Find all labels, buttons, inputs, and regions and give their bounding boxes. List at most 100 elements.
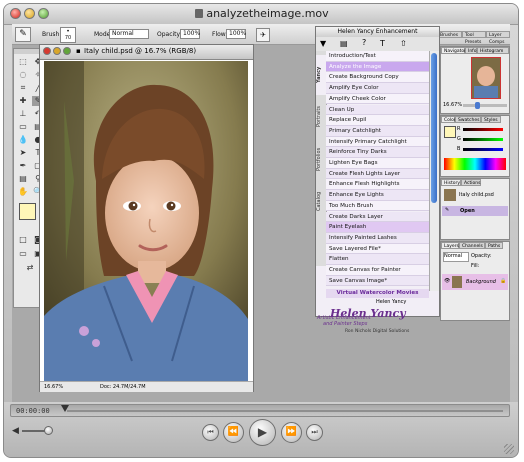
volume-slider[interactable] (22, 426, 53, 435)
mode-select[interactable]: Normal (109, 29, 149, 39)
action-item[interactable]: Enhance Eye Lights (326, 190, 429, 201)
action-item[interactable]: Enhance Flesh Highlights (326, 179, 429, 191)
action-item[interactable]: Clean Up (326, 104, 429, 116)
skip-forward-icon[interactable]: ⏭ (306, 424, 323, 441)
opacity-field[interactable]: 100% (180, 29, 200, 39)
timeline-track[interactable] (67, 410, 503, 412)
panel-menu-icon[interactable]: ▼ (320, 39, 326, 48)
flow-field[interactable]: 100% (226, 29, 246, 39)
doc-zoom-button[interactable] (63, 47, 71, 55)
action-item[interactable]: Save Canvas Image* (326, 275, 429, 287)
side-tab-yancy[interactable]: Yancy (316, 55, 326, 95)
action-list-scrollbar[interactable] (429, 51, 439, 291)
navigator-thumbnail[interactable] (471, 57, 501, 99)
tab-paths[interactable]: Paths (485, 242, 503, 249)
history-state-open[interactable]: ✎ Open (442, 206, 508, 216)
blend-mode-select[interactable]: Normal (443, 252, 469, 262)
eraser-tool-icon[interactable]: ▭ (17, 122, 29, 132)
lasso-tool-icon[interactable]: ◌ (17, 70, 29, 80)
side-tab-portraits[interactable]: Portraits (316, 97, 326, 137)
history-snapshot-thumbnail[interactable] (444, 189, 456, 201)
tab-layers[interactable]: Layers (441, 242, 459, 249)
child-photo[interactable] (44, 61, 248, 381)
channel-g-slider[interactable] (463, 138, 503, 141)
action-item[interactable]: Primary Catchlight (326, 125, 429, 137)
action-item[interactable]: Reinforce Tiny Darks (326, 147, 429, 158)
history-file-name[interactable]: Italy child.psd (459, 192, 494, 198)
action-item[interactable]: Create Canvas for Painter (326, 265, 429, 276)
tab-color[interactable]: Color (441, 116, 456, 123)
submenu-virtual-watercolor[interactable]: Virtual Watercolor Movies (326, 289, 429, 298)
crop-tool-icon[interactable]: ⌗ (17, 83, 29, 93)
brush-tool-icon[interactable]: ✎ (15, 27, 31, 42)
pen-tool-icon[interactable]: ✒ (17, 161, 29, 171)
tab-tool-presets[interactable]: Tool Presets (462, 31, 486, 45)
volume-knob[interactable] (44, 426, 53, 435)
action-item[interactable]: Amplify Cheek Color (326, 93, 429, 105)
action-item[interactable]: Flatten (326, 254, 429, 265)
airbrush-icon[interactable]: ✈ (256, 28, 270, 42)
layer-row-background[interactable]: 👁 Background 🔒 (442, 274, 508, 290)
hand-tool-icon[interactable]: ✋ (17, 187, 29, 197)
action-item[interactable]: Paint Eyelash (326, 222, 429, 233)
blur-tool-icon[interactable]: 💧 (17, 135, 29, 145)
color-foreground-swatch[interactable] (444, 126, 456, 138)
color-ramp[interactable] (444, 158, 506, 170)
side-tab-catalog[interactable]: Catalog (316, 181, 326, 221)
stamp-tool-icon[interactable]: ⊥ (17, 109, 29, 119)
move-up-icon[interactable]: ⇧ (400, 39, 407, 48)
action-item[interactable]: Intensify Primary Catchlight (326, 136, 429, 148)
doc-minimize-button[interactable] (53, 47, 61, 55)
tab-info[interactable]: Info (465, 47, 477, 54)
text-icon[interactable]: T (380, 39, 385, 48)
channel-b-slider[interactable] (463, 148, 503, 151)
standard-mode-icon[interactable]: □ (17, 235, 29, 245)
tab-history[interactable]: History (441, 179, 461, 186)
action-item[interactable]: Analyze the Image (326, 61, 429, 73)
zoom-readout[interactable]: 16.67% (44, 384, 63, 390)
action-item[interactable]: Replace Pupil (326, 115, 429, 126)
action-item[interactable]: Create Flesh Lights Layer (326, 168, 429, 180)
speaker-icon[interactable]: ◀ (12, 426, 19, 436)
tab-brushes[interactable]: Brushes (437, 31, 462, 38)
rewind-icon[interactable]: ⏪ (223, 422, 244, 443)
tab-actions[interactable]: Actions (461, 179, 481, 186)
play-icon[interactable]: ▶ (249, 419, 276, 446)
scroll-thumb[interactable] (431, 53, 437, 203)
channel-r-slider[interactable] (463, 128, 503, 131)
tab-styles[interactable]: Styles (481, 116, 501, 123)
tab-channels[interactable]: Channels (459, 242, 485, 249)
foreground-color-swatch[interactable] (19, 203, 36, 220)
timeline-bar[interactable]: 00:00:00 (10, 404, 510, 417)
tab-navigator[interactable]: Navigator (441, 47, 466, 54)
navigator-zoom-slider[interactable] (463, 102, 507, 109)
path-select-icon[interactable]: ➤ (17, 148, 29, 158)
fast-forward-icon[interactable]: ⏩ (281, 422, 302, 443)
eye-icon[interactable]: 👁 (444, 278, 450, 284)
help-icon[interactable]: ? (362, 38, 366, 47)
action-item[interactable]: Amplify Eye Color (326, 83, 429, 94)
healing-brush-icon[interactable]: ✚ (17, 96, 29, 106)
action-item[interactable]: Save Layered File* (326, 243, 429, 255)
navigator-zoom[interactable]: 16.67% (443, 102, 462, 108)
side-tab-portfolios[interactable]: Portfolios (316, 139, 326, 179)
tab-histogram[interactable]: Histogram (477, 47, 509, 54)
skip-back-icon[interactable]: ⏮ (202, 424, 219, 441)
action-item[interactable]: Lighten Eye Bags (326, 158, 429, 169)
action-item[interactable]: Introduction/Test (326, 51, 429, 62)
jump-to-imageready-icon[interactable]: ⇄ (24, 263, 36, 273)
tab-swatches[interactable]: Swatches (455, 116, 481, 123)
document-icon[interactable]: ▤ (340, 39, 348, 48)
resize-grip-icon[interactable] (504, 444, 514, 454)
screen-mode-icon[interactable]: ▭ (17, 249, 29, 259)
brush-preset-picker[interactable]: • 70 (60, 27, 76, 43)
tab-layer-comps[interactable]: Layer Comps (486, 31, 510, 45)
action-item[interactable]: Create Darks Layer (326, 211, 429, 223)
marquee-tool-icon[interactable]: ⬚ (17, 57, 29, 67)
action-item[interactable]: Intensify Painted Lashes (326, 232, 429, 244)
action-item[interactable]: Create Background Copy (326, 72, 429, 84)
doc-close-button[interactable] (43, 47, 51, 55)
notes-tool-icon[interactable]: ▤ (17, 174, 29, 184)
action-item[interactable]: Too Much Brush (326, 200, 429, 212)
color-panel: Color Swatches Styles R G B (440, 115, 510, 177)
